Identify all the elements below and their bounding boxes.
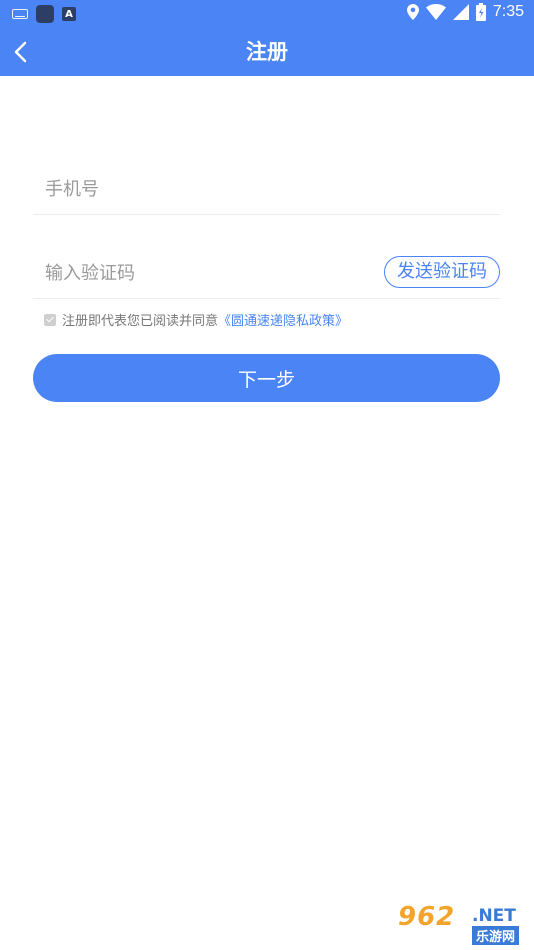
status-bar: A 7:35 <box>0 0 534 28</box>
verification-code-field: 发送验证码 <box>33 248 500 299</box>
watermark-logo: 962 .NET 乐游网 <box>398 902 528 945</box>
battery-icon <box>475 3 486 21</box>
keyboard-icon <box>12 9 28 19</box>
next-button[interactable]: 下一步 <box>33 354 500 402</box>
watermark-sub: 乐游网 <box>472 926 520 945</box>
signal-icon <box>452 4 469 20</box>
agreement-row: 注册即代表您已阅读并同意 《圆通速递隐私政策》 <box>44 310 348 329</box>
agreement-text: 注册即代表您已阅读并同意 <box>62 314 219 329</box>
location-icon <box>406 4 419 20</box>
notification-icons: A <box>12 5 76 23</box>
verification-code-input[interactable] <box>33 248 363 298</box>
title-bar: 注册 <box>0 28 534 76</box>
a-icon: A <box>62 7 76 21</box>
system-icons: 7:35 <box>406 3 524 21</box>
agreement-checkbox[interactable] <box>44 313 56 326</box>
watermark-main: 962 <box>398 902 456 932</box>
status-time: 7:35 <box>492 3 524 20</box>
privacy-policy-link[interactable]: 《圆通速递隐私政策》 <box>218 310 348 329</box>
app-icon <box>36 5 54 23</box>
phone-field <box>33 164 500 215</box>
send-code-button[interactable]: 发送验证码 <box>384 256 500 288</box>
phone-input[interactable] <box>33 164 500 214</box>
wifi-icon <box>425 4 446 20</box>
watermark-domain: .NET <box>472 906 516 926</box>
page-title: 注册 <box>246 40 288 64</box>
